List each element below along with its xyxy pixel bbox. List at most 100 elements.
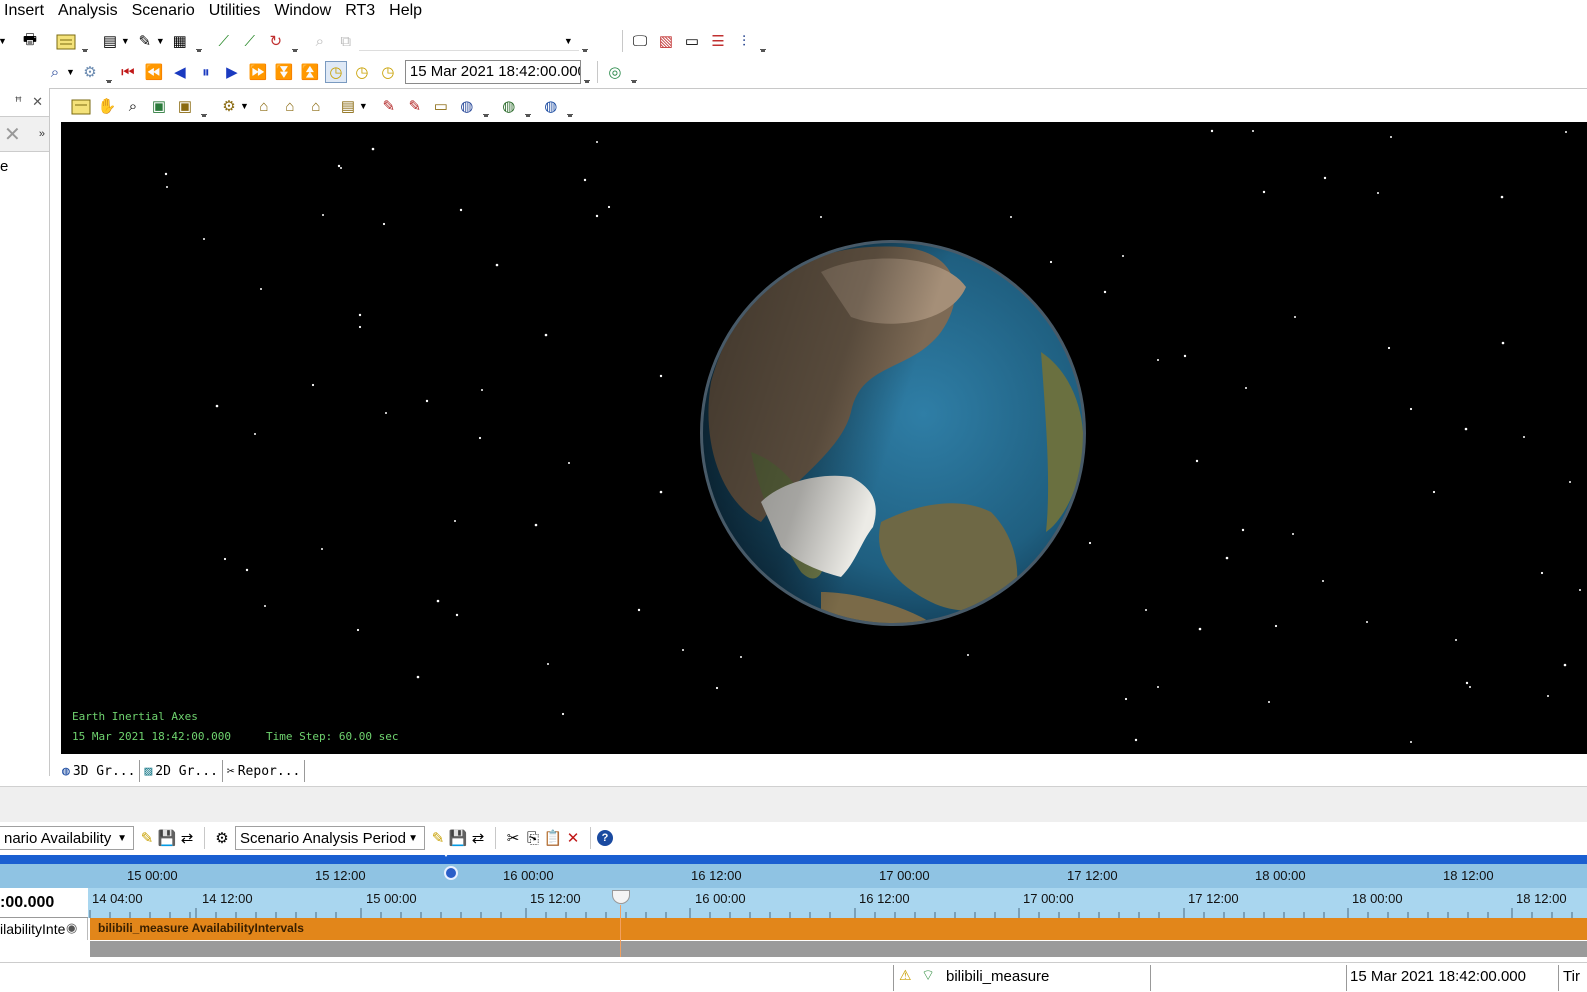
home-view-icon[interactable]: ⌂ — [253, 95, 275, 117]
notes-icon[interactable] — [70, 95, 92, 117]
decrease-step-icon[interactable]: ⏬ — [273, 61, 295, 83]
pin-icon[interactable]: ꟸ — [15, 94, 23, 110]
edit-icon[interactable]: ✎ — [136, 827, 158, 849]
step-back-icon[interactable]: ⏪ — [143, 61, 165, 83]
realtime-clock-icon[interactable]: ◷ — [324, 61, 347, 83]
globe-icon: ◍ — [62, 763, 70, 779]
warning-icon[interactable]: ⚠ — [899, 967, 912, 984]
pen-icon[interactable]: ✎ — [404, 95, 426, 117]
overflow-icon[interactable]: » — [39, 128, 45, 140]
edit-icon[interactable]: ✎ — [427, 827, 449, 849]
reset-animation-icon[interactable]: ⏮ — [117, 61, 139, 83]
menu-analysis[interactable]: Analysis — [51, 0, 125, 22]
globe-manager-icon[interactable]: ◍ — [498, 95, 520, 117]
increase-step-icon[interactable]: ⏫ — [299, 61, 321, 83]
report-icon[interactable]: ▦ — [169, 30, 191, 52]
availability-interval-bar[interactable]: bilibili_measure AvailabilityIntervals — [90, 918, 1587, 940]
current-time-handle[interactable] — [444, 866, 458, 880]
current-time-fragment: :00.000 — [0, 894, 55, 911]
map-icon: ▨ — [144, 763, 153, 779]
toolbar-grip-icon[interactable] — [291, 30, 299, 52]
chain-icon[interactable]: ⟋ — [239, 30, 261, 52]
help-icon[interactable]: ? — [597, 830, 613, 846]
search-icon[interactable]: ⌕ — [44, 61, 66, 83]
paste-icon[interactable]: 📋 — [542, 827, 564, 849]
toolbar-grip-icon[interactable] — [581, 30, 589, 52]
properties-icon[interactable]: ✎ — [134, 30, 156, 52]
window-props-icon[interactable]: ▤ — [337, 95, 359, 117]
save-icon[interactable]: 💾 — [156, 827, 178, 849]
pan-hand-icon[interactable]: ✋ — [96, 95, 118, 117]
print-icon[interactable]: 🖶 — [19, 30, 41, 52]
play-forward-icon[interactable]: ▶ — [221, 61, 243, 83]
view-icon[interactable]: ⌂ — [305, 95, 327, 117]
toolbar-grip-icon[interactable] — [583, 61, 591, 83]
availability-combo[interactable]: nario Availability ▼ — [0, 826, 134, 850]
timeline-overview-scale[interactable]: 15 00:00 15 12:00 16 00:00 16 12:00 17 0… — [0, 864, 1587, 888]
ruler-icon[interactable]: ▭ — [430, 95, 452, 117]
menu-insert[interactable]: Insert — [0, 0, 51, 22]
globe-options-icon[interactable]: ◍ — [456, 95, 478, 117]
monitor-icon[interactable]: 🖵 — [629, 30, 651, 52]
toolbar-grip-icon[interactable] — [630, 61, 638, 83]
sliders-icon[interactable]: ⫶ — [733, 30, 755, 52]
toolbar-grip-icon[interactable] — [105, 61, 113, 83]
measure-icon[interactable]: ✎ — [378, 95, 400, 117]
toolbar-grip-icon[interactable] — [482, 95, 490, 117]
step-forward-icon[interactable]: ⏩ — [247, 61, 269, 83]
properties-3d-icon[interactable]: ⚙ — [218, 95, 240, 117]
eye-icon[interactable]: ◉ — [66, 920, 77, 936]
menu-scenario[interactable]: Scenario — [125, 0, 202, 22]
menu-utilities[interactable]: Utilities — [202, 0, 268, 22]
list-report-icon[interactable]: ☰ — [707, 30, 729, 52]
toolbar-grip-icon[interactable] — [759, 30, 767, 52]
graph-icon[interactable]: ▧ — [655, 30, 677, 52]
snapshot-icon[interactable]: ▣ — [174, 95, 196, 117]
notes-icon[interactable] — [55, 30, 77, 52]
save-icon[interactable]: 💾 — [447, 827, 469, 849]
sync-icon[interactable]: ⇄ — [467, 827, 489, 849]
toolbar-grip-icon[interactable] — [524, 95, 532, 117]
pause-icon[interactable]: ⏸ — [195, 61, 217, 83]
access-icon[interactable]: ⟋ — [213, 30, 235, 52]
dropdown-arrow-icon[interactable]: ▼ — [0, 36, 7, 46]
toolbar-grip-icon[interactable] — [195, 30, 203, 52]
orbit-icon[interactable]: ⌂ — [279, 95, 301, 117]
timeline-detail-scale[interactable]: :00.000 14 04:00 14 12:00 15 00:00 15 12… — [0, 888, 1587, 918]
zoom-icon[interactable]: ⌕ — [122, 95, 144, 117]
xrealtime-clock-icon[interactable]: ◷ — [351, 61, 373, 83]
tab-reports[interactable]: ✂ Repor... — [223, 760, 306, 782]
tab-2d-graphics[interactable]: ▨ 2D Gr... — [140, 760, 223, 782]
object-browser-icon[interactable]: ▤ — [99, 30, 121, 52]
analysis-period-combo[interactable]: Scenario Analysis Period ▼ — [235, 826, 425, 850]
cut-icon[interactable]: ✂ — [502, 827, 524, 849]
3d-graphics-window[interactable]: Earth Inertial Axes 15 Mar 2021 18:42:00… — [61, 122, 1587, 754]
object-select-combo[interactable]: ▼ — [358, 31, 579, 51]
close-icon[interactable]: ✕ — [32, 94, 43, 110]
chat-icon[interactable]: ▭ — [681, 30, 703, 52]
view-from-to-icon[interactable]: ▣ — [148, 95, 170, 117]
timestep-clock-icon[interactable]: ◷ — [377, 61, 399, 83]
globe-icon[interactable]: ◍ — [540, 95, 562, 117]
panel-item-fragment[interactable]: e — [0, 152, 49, 175]
time-marker-icon[interactable] — [440, 848, 452, 857]
wifi-icon: ⌔ — [921, 967, 936, 984]
gear-icon[interactable]: ⚙ — [79, 61, 101, 83]
animation-time-field[interactable]: 15 Mar 2021 18:42:00.000 — [404, 60, 581, 84]
delete-icon[interactable]: ✕ — [562, 827, 584, 849]
play-backward-icon[interactable]: ◀ — [169, 61, 191, 83]
menu-help[interactable]: Help — [382, 0, 429, 22]
toolbar-grip-icon[interactable] — [566, 95, 574, 117]
refresh-icon[interactable]: ↻ — [265, 30, 287, 52]
current-time-cell: :00.000 — [0, 888, 88, 918]
upper-tick: 17 12:00 — [1067, 868, 1118, 883]
menu-window[interactable]: Window — [267, 0, 338, 22]
sync-icon[interactable]: ⇄ — [176, 827, 198, 849]
update-icon[interactable]: ◎ — [604, 61, 626, 83]
toolbar-grip-icon[interactable] — [81, 30, 89, 52]
timeline-scroll-bar[interactable] — [0, 855, 1587, 864]
copy-icon[interactable]: ⎘ — [522, 827, 544, 849]
tab-3d-graphics[interactable]: ◍ 3D Gr... — [58, 760, 141, 782]
menu-rt3[interactable]: RT3 — [338, 0, 382, 22]
toolbar-grip-icon[interactable] — [200, 95, 208, 117]
